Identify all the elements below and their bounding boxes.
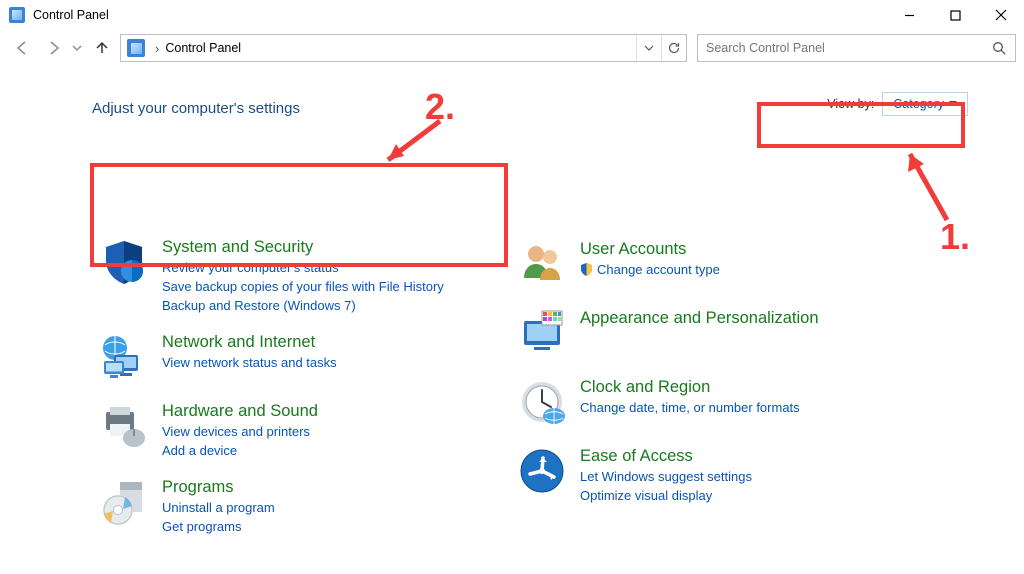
uac-shield-icon: [580, 262, 593, 281]
maximize-button[interactable]: [932, 0, 978, 30]
category-link[interactable]: Appearance and Personalization: [580, 309, 819, 327]
printer-mouse-icon: [100, 402, 148, 460]
sub-link[interactable]: Review your computer's status: [162, 258, 444, 277]
annotation-arrow-1: [895, 140, 965, 233]
category-user-accounts: User Accounts Change account type: [518, 238, 938, 291]
sub-link[interactable]: View devices and printers: [162, 422, 318, 441]
address-history-button[interactable]: [636, 35, 661, 61]
minimize-button[interactable]: [886, 0, 932, 30]
category-network: Network and Internet View network status…: [100, 331, 520, 384]
category-hardware: Hardware and Sound View devices and prin…: [100, 400, 520, 460]
search-box[interactable]: Search Control Panel: [697, 34, 1016, 62]
sub-link[interactable]: Save backup copies of your files with Fi…: [162, 277, 444, 296]
view-by-label: View by:: [827, 97, 874, 111]
sub-link[interactable]: Let Windows suggest settings: [580, 467, 752, 486]
breadcrumb-separator: ›: [155, 41, 159, 56]
category-link[interactable]: Hardware and Sound: [162, 402, 318, 420]
clock-icon: [518, 378, 566, 429]
sub-link[interactable]: Uninstall a program: [162, 498, 275, 517]
category-link[interactable]: Programs: [162, 478, 234, 496]
window-titlebar: Control Panel: [0, 0, 1024, 30]
sub-link[interactable]: Change date, time, or number formats: [580, 398, 800, 417]
recent-locations-button[interactable]: [72, 41, 84, 56]
disc-box-icon: [100, 478, 148, 536]
forward-button[interactable]: [40, 34, 68, 62]
category-link[interactable]: Network and Internet: [162, 333, 315, 351]
search-icon: [992, 41, 1007, 56]
control-panel-icon: [9, 7, 25, 23]
content-area: Adjust your computer's settings View by:…: [0, 66, 1024, 117]
monitor-palette-icon: [518, 309, 566, 360]
category-link[interactable]: Clock and Region: [580, 378, 710, 396]
address-path: Control Panel: [163, 41, 636, 55]
search-placeholder: Search Control Panel: [706, 41, 992, 55]
category-clock: Clock and Region Change date, time, or n…: [518, 376, 938, 429]
category-ease-of-access: Ease of Access Let Windows suggest setti…: [518, 445, 938, 505]
sub-link[interactable]: Add a device: [162, 441, 318, 460]
back-button[interactable]: [8, 34, 36, 62]
close-button[interactable]: [978, 0, 1024, 30]
view-by-dropdown[interactable]: Category: [882, 92, 968, 116]
users-icon: [518, 240, 566, 291]
annotation-number-1: 1.: [940, 216, 970, 258]
address-bar[interactable]: › Control Panel: [120, 34, 687, 62]
sub-link[interactable]: View network status and tasks: [162, 353, 337, 372]
shield-icon: [100, 238, 148, 315]
sub-link[interactable]: Backup and Restore (Windows 7): [162, 296, 444, 315]
nav-bar: › Control Panel Search Control Panel: [0, 30, 1024, 66]
category-link[interactable]: Ease of Access: [580, 447, 693, 465]
category-link[interactable]: System and Security: [162, 238, 313, 256]
view-by-selector: View by: Category: [827, 92, 968, 116]
view-by-value: Category: [893, 97, 944, 111]
globe-network-icon: [100, 333, 148, 384]
sub-link[interactable]: Change account type: [580, 260, 720, 281]
category-link[interactable]: User Accounts: [580, 240, 686, 258]
ease-of-access-icon: [518, 447, 566, 505]
up-button[interactable]: [88, 34, 116, 62]
annotation-arrow-2: [370, 116, 450, 179]
refresh-button[interactable]: [661, 35, 686, 61]
sub-link[interactable]: Optimize visual display: [580, 486, 752, 505]
window-title: Control Panel: [33, 8, 109, 22]
category-appearance: Appearance and Personalization: [518, 307, 938, 360]
category-programs: Programs Uninstall a program Get program…: [100, 476, 520, 536]
sub-link[interactable]: Get programs: [162, 517, 275, 536]
control-panel-icon: [127, 39, 145, 57]
category-system-security: System and Security Review your computer…: [100, 236, 520, 315]
